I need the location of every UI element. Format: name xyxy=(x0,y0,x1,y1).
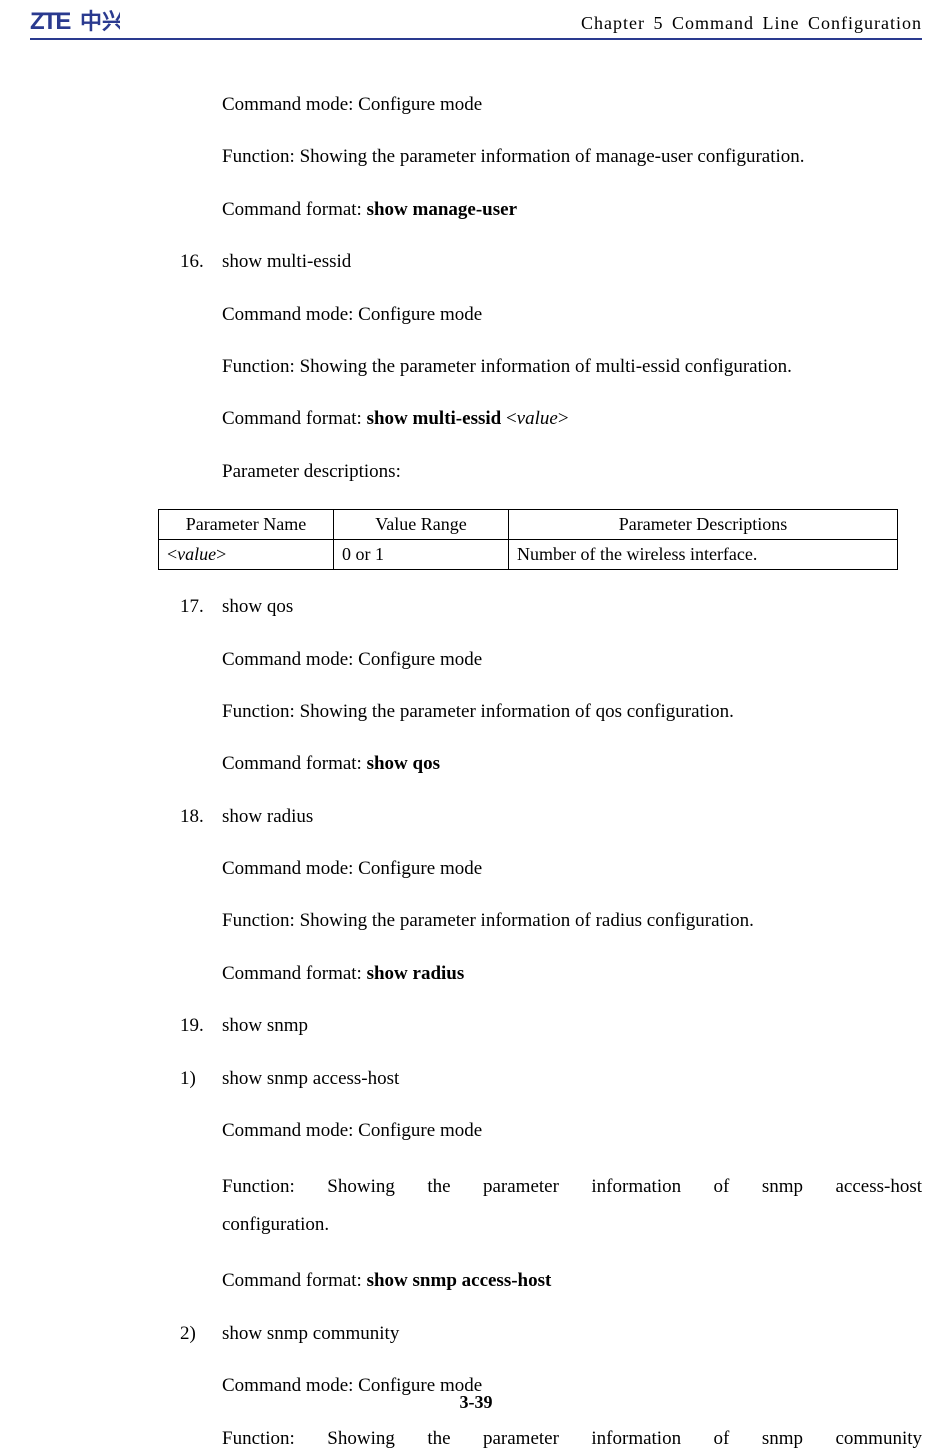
page-number: 3-39 xyxy=(0,1392,952,1413)
zte-logo: ZTE 中兴 xyxy=(30,8,120,34)
command-format-text: Command format: show snmp access-host xyxy=(222,1266,922,1296)
list-title: show radius xyxy=(222,802,922,832)
list-item-17: 17. show qos xyxy=(180,592,922,622)
command-mode-text: Command mode: Configure mode xyxy=(222,645,922,675)
list-title: show multi-essid xyxy=(222,247,922,277)
cmd-format-value: show snmp access-host xyxy=(367,1270,552,1291)
function-text: Function: Showing the parameter informat… xyxy=(222,1168,922,1244)
list-title: show qos xyxy=(222,592,922,622)
list-number: 17. xyxy=(180,592,222,622)
list-item-16: 16. show multi-essid xyxy=(180,247,922,277)
cmd-format-arg: <value> xyxy=(506,408,569,429)
cmd-format-label: Command format: xyxy=(222,963,367,984)
cmd-format-value: show multi-essid xyxy=(367,408,506,429)
function-line1: Function: Showing the parameter informat… xyxy=(222,1168,922,1206)
function-text: Function: Showing the parameter informat… xyxy=(222,352,922,382)
cmd-format-value: show manage-user xyxy=(367,199,517,220)
svg-text:中兴: 中兴 xyxy=(80,9,120,34)
sub-item-1: 1) show snmp access-host xyxy=(180,1064,922,1094)
list-number: 16. xyxy=(180,247,222,277)
list-item-19: 19. show snmp xyxy=(180,1011,922,1041)
function-text: Function: Showing the parameter informat… xyxy=(222,906,922,936)
function-text: Function: Showing the parameter informat… xyxy=(222,1424,922,1454)
function-text: Function: Showing the parameter informat… xyxy=(222,697,922,727)
list-number: 19. xyxy=(180,1011,222,1041)
sub-item-2: 2) show snmp community xyxy=(180,1319,922,1349)
cmd-format-label: Command format: xyxy=(222,408,367,429)
command-mode-text: Command mode: Configure mode xyxy=(222,854,922,884)
command-format-text: Command format: show qos xyxy=(222,749,922,779)
list-number: 2) xyxy=(180,1319,222,1349)
td-param-name: <value> xyxy=(159,540,334,570)
th-param-name: Parameter Name xyxy=(159,510,334,540)
cmd-format-value: show radius xyxy=(367,963,465,984)
command-format-text: Command format: show radius xyxy=(222,959,922,989)
list-item-18: 18. show radius xyxy=(180,802,922,832)
list-number: 1) xyxy=(180,1064,222,1094)
cmd-format-label: Command format: xyxy=(222,753,367,774)
th-param-desc: Parameter Descriptions xyxy=(509,510,898,540)
command-mode-text: Command mode: Configure mode xyxy=(222,90,922,120)
command-format-text: Command format: show multi-essid <value> xyxy=(222,404,922,434)
command-format-text: Command format: show manage-user xyxy=(222,195,922,225)
list-number: 18. xyxy=(180,802,222,832)
list-title: show snmp access-host xyxy=(222,1064,922,1094)
page-header: ZTE 中兴 Chapter 5 Command Line Configurat… xyxy=(30,0,922,40)
param-desc-label: Parameter descriptions: xyxy=(222,457,922,487)
table-header-row: Parameter Name Value Range Parameter Des… xyxy=(159,510,898,540)
td-param-desc: Number of the wireless interface. xyxy=(509,540,898,570)
cmd-format-value: show qos xyxy=(367,753,440,774)
svg-text:ZTE: ZTE xyxy=(30,8,71,34)
function-line2: configuration. xyxy=(222,1214,329,1235)
command-mode-text: Command mode: Configure mode xyxy=(222,1116,922,1146)
list-title: show snmp xyxy=(222,1011,922,1041)
cmd-format-label: Command format: xyxy=(222,199,367,220)
table-row: <value> 0 or 1 Number of the wireless in… xyxy=(159,540,898,570)
cmd-format-label: Command format: xyxy=(222,1270,367,1291)
parameter-table: Parameter Name Value Range Parameter Des… xyxy=(158,509,898,570)
chapter-title: Chapter 5 Command Line Configuration xyxy=(581,13,922,34)
command-mode-text: Command mode: Configure mode xyxy=(222,300,922,330)
function-text: Function: Showing the parameter informat… xyxy=(222,142,922,172)
th-value-range: Value Range xyxy=(334,510,509,540)
list-title: show snmp community xyxy=(222,1319,922,1349)
td-value-range: 0 or 1 xyxy=(334,540,509,570)
